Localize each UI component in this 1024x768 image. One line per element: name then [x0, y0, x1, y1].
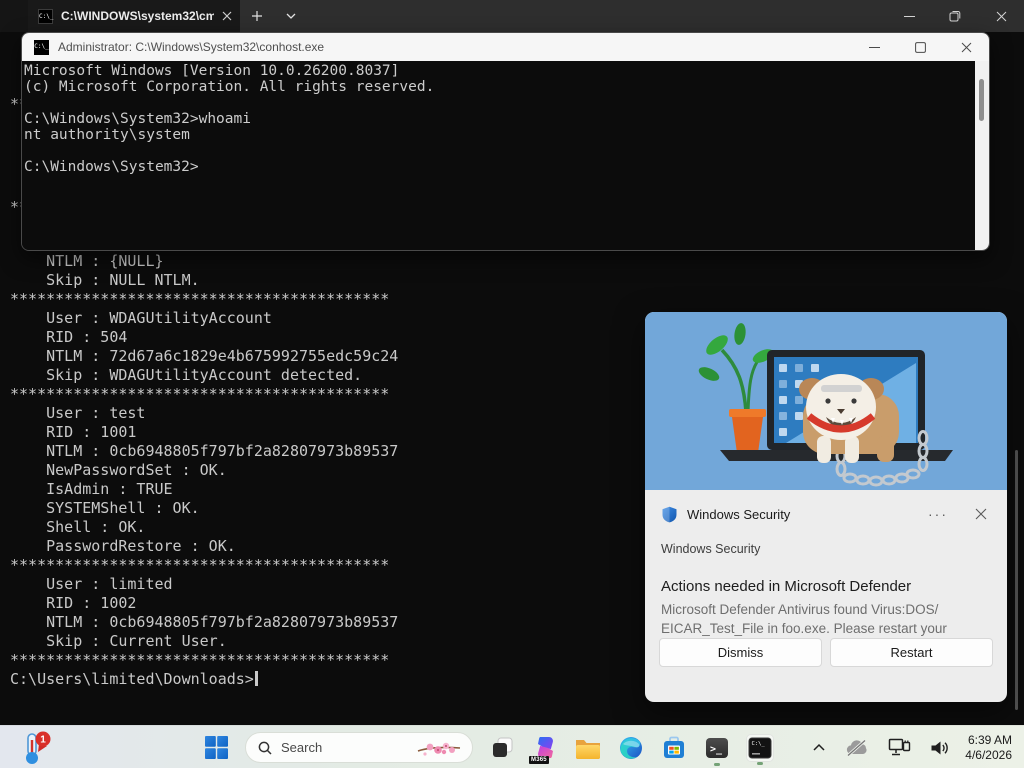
microsoft-store-icon: [662, 736, 686, 760]
cmd-icon: C:\_: [34, 40, 49, 55]
conhost-window: C:\_ Administrator: C:\Windows\System32\…: [21, 32, 990, 251]
system-tray: 6:39 AM 4/6/2026: [809, 726, 1018, 768]
watchdog-illustration: [645, 312, 1007, 490]
chevron-up-icon: [812, 743, 826, 752]
toast-source-label: Windows Security: [661, 542, 760, 556]
onedrive-button[interactable]: [842, 736, 872, 760]
tab-title: C:\WINDOWS\system32\cmd.: [61, 9, 214, 23]
running-indicator: [714, 763, 720, 766]
minimize-button[interactable]: [886, 0, 932, 32]
terminal-prompt-line: C:\Users\limited\Downloads>: [10, 670, 398, 689]
windows-terminal-icon: >_: [705, 736, 729, 760]
windows-start-icon: [205, 736, 228, 759]
clock-date: 4/6/2026: [965, 748, 1012, 763]
clock[interactable]: 6:39 AM 4/6/2026: [965, 733, 1018, 763]
close-icon: [975, 508, 987, 520]
start-button[interactable]: [202, 734, 230, 762]
terminal-glyph: >_: [710, 744, 723, 755]
chevron-down-icon: [285, 12, 297, 20]
microsoft-365-copilot-button[interactable]: M365: [531, 734, 559, 762]
conhost-scrollbar-thumb[interactable]: [979, 79, 984, 121]
search-box[interactable]: Search: [245, 732, 473, 763]
running-indicator: [757, 762, 763, 765]
command-prompt-icon: C:\_: [748, 736, 772, 760]
toast-message-line: Microsoft Defender Antivirus found Virus…: [661, 600, 993, 619]
ethernet-network-icon: [888, 738, 911, 757]
close-icon: [996, 11, 1007, 22]
terminal-output-area: NTLM : {NULL} Skip : NULL NTLM. ********…: [10, 252, 398, 689]
search-icon: [258, 741, 272, 755]
conhost-titlebar[interactable]: C:\_ Administrator: C:\Windows\System32\…: [22, 33, 989, 61]
cloud-paused-icon: [845, 739, 869, 757]
edge-icon: [619, 736, 643, 760]
desktop: C:\_ C:\WINDOWS\system32\cmd.: [0, 0, 1024, 768]
conhost-window-title: Administrator: C:\Windows\System32\conho…: [58, 40, 324, 54]
widgets-button[interactable]: 1: [14, 730, 58, 765]
speaker-icon: [930, 739, 949, 757]
clock-time: 6:39 AM: [965, 733, 1012, 748]
minimize-icon: [904, 11, 915, 22]
m365-badge: M365: [529, 756, 549, 764]
weather-thermometer-icon: 1: [20, 731, 52, 765]
maximize-icon: [915, 42, 926, 53]
cmd-glyph: C:\_: [752, 741, 766, 747]
toast-header: Windows Security ···: [661, 504, 991, 524]
terminal-window-controls: [886, 0, 1024, 32]
dismiss-button[interactable]: Dismiss: [659, 638, 822, 667]
tray-overflow-button[interactable]: [809, 740, 829, 755]
widgets-badge: 1: [40, 734, 46, 745]
task-view-button[interactable]: [488, 734, 516, 762]
text-cursor: [255, 671, 258, 686]
microsoft-store-button[interactable]: [660, 734, 688, 762]
maximize-button[interactable]: [897, 33, 943, 61]
tab-close-icon[interactable]: [222, 11, 232, 21]
new-tab-button[interactable]: [240, 0, 274, 32]
edge-button[interactable]: [617, 734, 645, 762]
close-icon: [961, 42, 972, 53]
minimize-icon: [869, 42, 880, 53]
conhost-output: Microsoft Windows [Version 10.0.26200.80…: [22, 61, 989, 175]
conhost-scrollbar[interactable]: [975, 61, 989, 251]
conhost-console: Microsoft Windows [Version 10.0.26200.80…: [22, 61, 989, 251]
search-placeholder: Search: [281, 740, 407, 755]
file-explorer-button[interactable]: [574, 734, 602, 762]
toast-actions: Dismiss Restart: [659, 638, 993, 667]
windows-security-toast: Windows Security ··· Windows Security Ac…: [645, 312, 1007, 702]
cmd-icon: C:\_: [38, 9, 53, 24]
restore-icon: [949, 10, 961, 22]
terminal-scrollbar-thumb[interactable]: [1015, 450, 1018, 710]
toast-title: Actions needed in Microsoft Defender: [661, 578, 911, 595]
command-prompt-button[interactable]: C:\_: [746, 734, 774, 762]
conhost-window-controls: [851, 33, 989, 61]
terminal-tab-bar: C:\_ C:\WINDOWS\system32\cmd.: [0, 0, 1024, 32]
terminal-output: NTLM : {NULL} Skip : NULL NTLM. ********…: [10, 252, 398, 670]
file-explorer-icon: [575, 737, 601, 759]
network-button[interactable]: [885, 735, 914, 760]
more-options-button[interactable]: ···: [924, 505, 952, 523]
close-button[interactable]: [943, 33, 989, 61]
terminal-prompt: C:\Users\limited\Downloads>: [10, 670, 254, 688]
tab-dropdown-button[interactable]: [274, 0, 308, 32]
tab-cmd[interactable]: C:\_ C:\WINDOWS\system32\cmd.: [28, 0, 240, 32]
restore-button[interactable]: [932, 0, 978, 32]
tab-bar-corner: [0, 0, 28, 32]
taskbar-center: Search: [202, 726, 774, 768]
toast-app-name: Windows Security: [687, 507, 790, 522]
toast-close-button[interactable]: [971, 504, 991, 524]
taskbar: 1 Search: [0, 725, 1024, 768]
windows-terminal-button[interactable]: >_: [703, 734, 731, 762]
restart-button[interactable]: Restart: [830, 638, 993, 667]
volume-button[interactable]: [927, 736, 952, 760]
task-view-icon: [491, 736, 514, 759]
minimize-button[interactable]: [851, 33, 897, 61]
plus-icon: [251, 10, 263, 22]
cherry-blossom-decoration-icon: [416, 739, 462, 757]
windows-security-shield-icon: [661, 506, 678, 523]
close-button[interactable]: [978, 0, 1024, 32]
